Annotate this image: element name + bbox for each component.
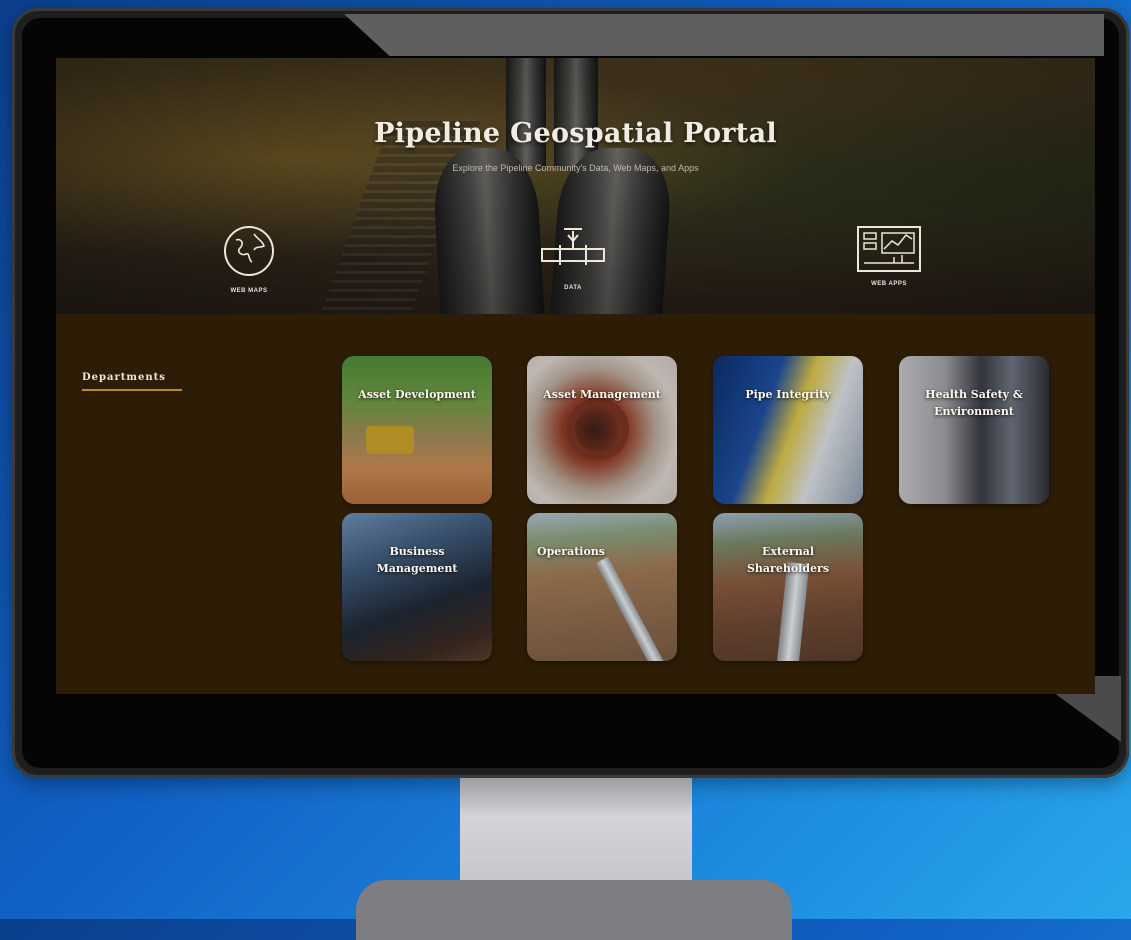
tile-label: Business Management — [376, 545, 458, 575]
web-apps-link[interactable]: Web Apps — [844, 223, 934, 287]
tile-pipe-integrity[interactable]: Pipe Integrity — [713, 356, 863, 504]
globe-icon — [224, 226, 274, 276]
tile-health-safety-environment[interactable]: Health Safety & Environment — [899, 356, 1049, 504]
departments-heading: Departments — [82, 372, 166, 383]
departments-underline — [82, 389, 182, 391]
web-apps-label: Web Apps — [871, 281, 907, 287]
web-maps-label: Web Maps — [230, 288, 268, 294]
page-subtitle: Explore the Pipeline Community's Data, W… — [452, 163, 699, 173]
hero-banner: Pipeline Geospatial Portal Explore the P… — [56, 58, 1095, 314]
tile-asset-development[interactable]: Asset Development — [342, 356, 492, 504]
page-title: Pipeline Geospatial Portal — [374, 118, 777, 149]
tile-label: Health Safety & Environment — [925, 388, 1023, 418]
monitor-stand-base — [356, 880, 792, 940]
monitor-stand — [460, 778, 692, 886]
web-maps-link[interactable]: Web Maps — [204, 220, 294, 294]
screen-glare — [344, 14, 1104, 56]
tile-operations[interactable]: Operations — [527, 513, 677, 661]
tile-business-management[interactable]: Business Management — [342, 513, 492, 661]
dashboard-icon — [857, 226, 921, 272]
data-label: Data — [564, 285, 582, 291]
tile-external-shareholders[interactable]: External Shareholders — [713, 513, 863, 661]
tile-label: Pipe Integrity — [745, 388, 831, 401]
data-link[interactable]: Data — [528, 223, 618, 291]
tile-asset-management[interactable]: Asset Management — [527, 356, 677, 504]
pipe-valve-icon — [541, 228, 605, 265]
tile-label: Operations — [537, 545, 605, 558]
portal-screen: Pipeline Geospatial Portal Explore the P… — [56, 58, 1095, 694]
tile-label: Asset Development — [358, 388, 476, 401]
tile-label: External Shareholders — [746, 545, 830, 575]
tile-label: Asset Management — [543, 388, 661, 401]
